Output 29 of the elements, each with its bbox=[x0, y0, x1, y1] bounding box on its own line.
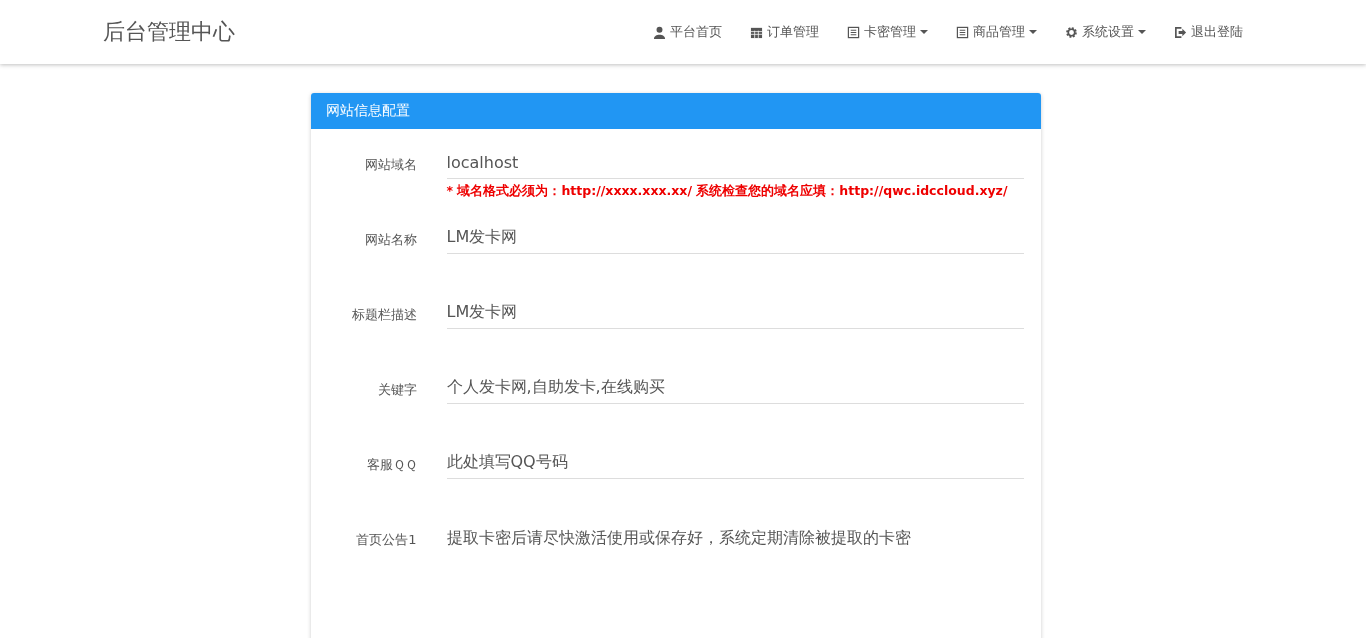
user-icon bbox=[653, 25, 666, 39]
field-label: 关键字 bbox=[376, 381, 417, 399]
caret-icon bbox=[1029, 30, 1037, 34]
brand-title[interactable]: 后台管理中心 bbox=[103, 17, 235, 47]
nav-link[interactable]: 订单管理 bbox=[740, 17, 829, 47]
nav-link[interactable]: 卡密管理 bbox=[837, 17, 938, 47]
list-icon bbox=[956, 25, 969, 39]
field-label: 客服ＱＱ bbox=[365, 456, 417, 474]
caret-icon bbox=[920, 30, 928, 34]
logout-icon bbox=[1174, 25, 1187, 39]
caret-icon bbox=[1138, 30, 1146, 34]
field-label: 网站域名 bbox=[363, 156, 417, 174]
settings-icon bbox=[1065, 25, 1078, 39]
nav-link[interactable]: 系统设置 bbox=[1055, 17, 1156, 47]
nav-link[interactable]: 平台首页 bbox=[643, 17, 732, 47]
nav-link[interactable]: 退出登陆 bbox=[1164, 17, 1253, 47]
input-field[interactable]: 个人发卡网,自助发卡,在线购买 bbox=[446, 372, 1024, 404]
field-hint: * 域名格式必须为：http://xxxx.xxx.xx/ 系统检查您的域名应填：http://qwc.idccloud.xyz/ bbox=[446, 183, 1009, 200]
input-field[interactable]: 此处填写QQ号码 bbox=[446, 447, 1024, 479]
calendar-icon bbox=[750, 25, 763, 39]
input-field[interactable]: LM发卡网 bbox=[446, 222, 1024, 254]
panel-title: 网站信息配置 bbox=[325, 102, 410, 120]
nav-link[interactable]: 商品管理 bbox=[946, 17, 1047, 47]
list-icon bbox=[847, 25, 860, 39]
field-label: 标题栏描述 bbox=[350, 306, 417, 324]
field-label: 首页公告1 bbox=[355, 531, 417, 549]
input-field[interactable]: localhost bbox=[446, 147, 1024, 179]
input-field[interactable]: LM发卡网 bbox=[446, 297, 1024, 329]
field-label: 网站名称 bbox=[363, 231, 417, 249]
